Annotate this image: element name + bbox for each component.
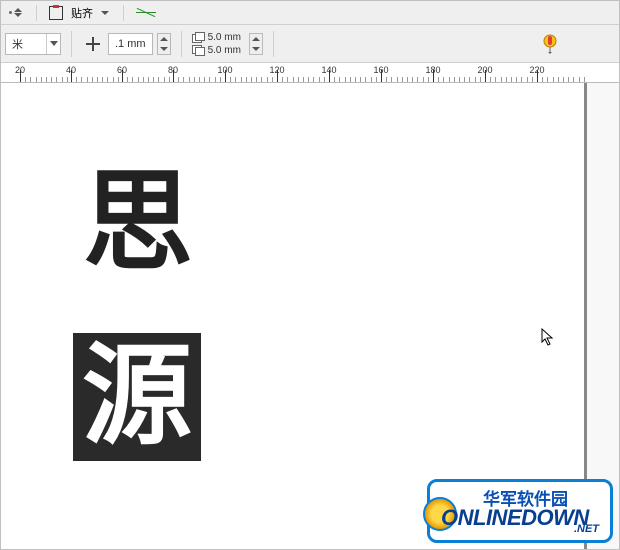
duplicate-y-value[interactable]: 5.0 mm: [208, 45, 241, 56]
units-combo-value: 米: [6, 36, 46, 52]
ruler-tick-label: 180: [425, 65, 440, 75]
horizontal-ruler[interactable]: 20 40 60 80 100 120 140 160 180 200 220: [1, 63, 619, 83]
snap-icon[interactable]: [49, 6, 63, 20]
mouse-cursor-icon: [541, 328, 555, 346]
badge-title-en: ONLINEDOWN: [441, 505, 589, 531]
canvas-area[interactable]: 思 源 华军软件园 ONLINEDOWN .NET: [1, 83, 619, 549]
snap-dropdown[interactable]: [101, 11, 111, 15]
ruler-tick-label: 140: [321, 65, 336, 75]
ruler-tick-label: 40: [66, 65, 76, 75]
nudge-distance-field[interactable]: .1 mm: [82, 33, 171, 55]
nudge-distance-value[interactable]: .1 mm: [109, 38, 152, 50]
ruler-tick-label: 100: [217, 65, 232, 75]
text-object-1[interactable]: 思: [83, 168, 193, 278]
duplicate-y-icon: [192, 45, 204, 55]
hints-balloon-icon[interactable]: [541, 33, 559, 55]
toolbar-divider: [273, 31, 274, 57]
duplicate-x-icon: [192, 32, 204, 42]
badge-domain: .NET: [574, 523, 599, 535]
units-combo[interactable]: 米: [5, 33, 61, 55]
dynamic-guides-icon[interactable]: [136, 6, 156, 20]
watermark-badge: 华军软件园 ONLINEDOWN .NET: [427, 479, 613, 543]
property-bar: 米 .1 mm 5.0 mm 5.0 mm: [1, 25, 619, 63]
ruler-tick-label: 160: [373, 65, 388, 75]
toolbar-divider: [181, 31, 182, 57]
toolbar-divider: [36, 5, 37, 21]
nudge-icon: [82, 33, 104, 55]
ruler-tick-label: 200: [477, 65, 492, 75]
ruler-tick-label: 60: [117, 65, 127, 75]
text-object-2[interactable]: 源: [82, 342, 192, 452]
duplicate-x-value[interactable]: 5.0 mm: [208, 32, 241, 43]
duplicate-distance-group: 5.0 mm 5.0 mm: [192, 32, 241, 56]
nudge-distance-stepper[interactable]: [157, 33, 171, 55]
ruler-tick-label: 220: [529, 65, 544, 75]
ruler-tick-label: 20: [15, 65, 25, 75]
toolbar-divider: [71, 31, 72, 57]
chevron-down-icon[interactable]: [46, 34, 60, 54]
duplicate-distance-stepper[interactable]: [249, 33, 263, 55]
ruler-tick-label: 80: [168, 65, 178, 75]
text-object-2-selection[interactable]: 源: [73, 333, 201, 461]
standard-toolbar: 贴齐: [1, 1, 619, 25]
font-size-stepper[interactable]: [9, 8, 24, 17]
ruler-tick-label: 120: [269, 65, 284, 75]
snap-label[interactable]: 贴齐: [71, 5, 93, 21]
toolbar-divider: [123, 5, 124, 21]
